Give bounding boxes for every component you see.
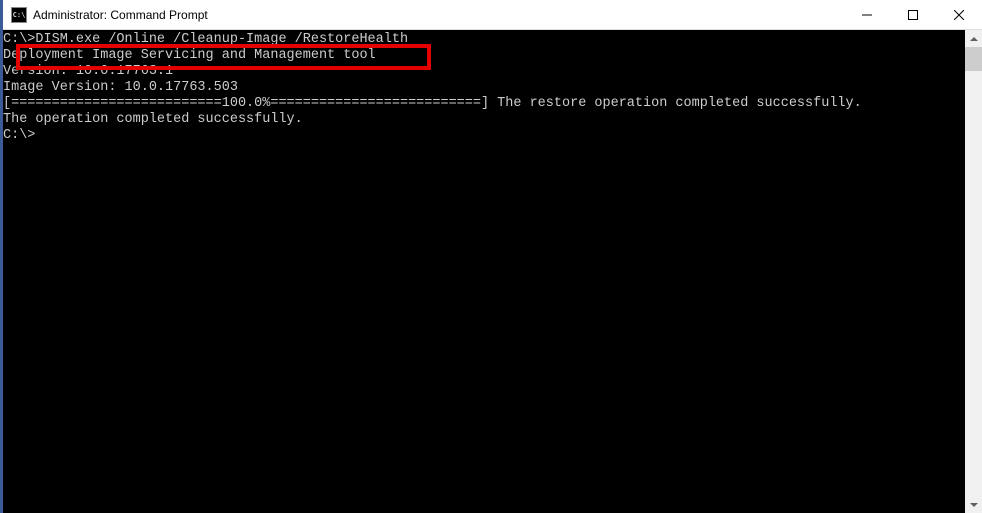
terminal-line: Version: 10.0.17763.1	[3, 64, 965, 80]
scroll-up-arrow-icon[interactable]	[965, 30, 982, 47]
close-button[interactable]	[936, 0, 982, 29]
window-controls	[844, 0, 982, 29]
prompt-line: C:\>	[3, 128, 965, 144]
minimize-button[interactable]	[844, 0, 890, 29]
scroll-down-arrow-icon[interactable]	[965, 496, 982, 513]
command-text: DISM.exe /Online /Cleanup-Image /Restore…	[35, 32, 408, 47]
terminal-line: Deployment Image Servicing and Managemen…	[3, 48, 965, 64]
titlebar[interactable]: C:\ Administrator: Command Prompt	[3, 0, 982, 30]
app-icon: C:\	[11, 7, 27, 23]
command-line: C:\>DISM.exe /Online /Cleanup-Image /Res…	[3, 32, 965, 48]
terminal-line: [==========================100.0%=======…	[3, 96, 965, 112]
window-title: Administrator: Command Prompt	[33, 8, 844, 22]
prompt: C:\>	[3, 32, 35, 47]
terminal-content[interactable]: C:\>DISM.exe /Online /Cleanup-Image /Res…	[3, 30, 965, 513]
scroll-thumb[interactable]	[965, 47, 982, 71]
terminal-line: The operation completed successfully.	[3, 112, 965, 128]
terminal-line: Image Version: 10.0.17763.503	[3, 80, 965, 96]
vertical-scrollbar[interactable]	[965, 30, 982, 513]
scroll-track[interactable]	[965, 47, 982, 496]
maximize-button[interactable]	[890, 0, 936, 29]
terminal-area[interactable]: C:\>DISM.exe /Online /Cleanup-Image /Res…	[3, 30, 982, 513]
